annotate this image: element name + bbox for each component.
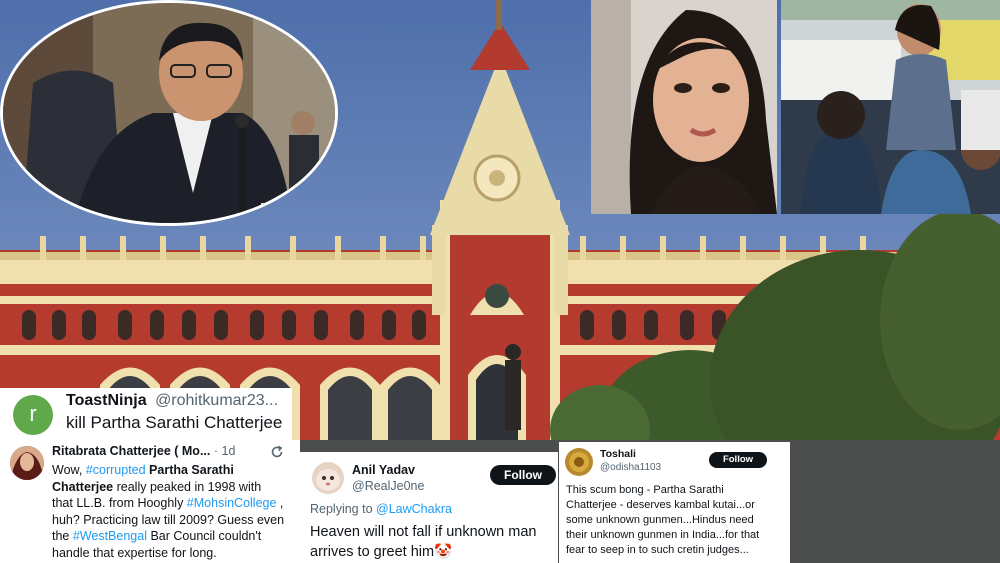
judge-courtroom-photo <box>0 0 338 226</box>
text-span: Partha Sarathi <box>145 463 234 477</box>
text-line: huh? Practicing law till 2009? Guess eve… <box>52 512 285 527</box>
text-span: Bar Council couldn't <box>146 529 262 544</box>
follow-button[interactable]: Follow <box>490 465 556 485</box>
user-handle[interactable]: @odisha1103 <box>600 462 661 473</box>
avatar-letter: r <box>29 401 37 426</box>
refresh-icon[interactable] <box>270 445 284 459</box>
post-text: Wow, #corrupted Partha Sarathi Chatterje… <box>52 462 284 562</box>
text-line: fear to seep in to such cretin judges... <box>566 544 749 556</box>
display-name[interactable]: Ritabrata Chatterjee ( Mo... <box>52 444 210 458</box>
text-line: This scum bong - Partha Sarathi <box>566 484 724 496</box>
avatar-image <box>565 448 593 476</box>
user-avatar <box>312 462 344 494</box>
protest-scene-photo <box>781 0 1000 214</box>
follow-button[interactable]: Follow <box>709 452 767 468</box>
woman-portrait-photo <box>591 0 777 214</box>
display-name[interactable]: Anil Yadav <box>352 463 415 477</box>
text-span: , <box>276 496 284 511</box>
hashtag-link[interactable]: #MohsinCollege <box>187 496 277 510</box>
post-ritabrata[interactable]: Ritabrata Chatterjee ( Mo... · 1d Wow, #… <box>0 440 300 563</box>
text-span: that LL.B. from Hooghly <box>52 496 187 511</box>
post-time: · 1d <box>213 444 236 458</box>
user-handle[interactable]: @rohitkumar23... <box>155 392 278 409</box>
text-line: Chatterjee - deserves kambal kutai...or <box>566 499 755 511</box>
judge-image <box>3 3 335 223</box>
user-avatar: r <box>13 395 53 435</box>
text-line: handle that expertise for long. <box>52 545 217 560</box>
avatar-image <box>10 446 44 480</box>
post-text: kill Partha Sarathi Chatterjee <box>66 413 283 432</box>
text-span: the <box>52 529 73 544</box>
hashtag-link[interactable]: #WestBengal <box>73 529 147 543</box>
post-anil-yadav[interactable]: Anil Yadav @RealJe0ne Follow Replying to… <box>300 452 558 563</box>
hashtag-link[interactable]: #corrupted <box>86 463 146 477</box>
post-toastninja[interactable]: r ToastNinja @rohitkumar23... kill Parth… <box>0 388 292 440</box>
post-text-line-2: arrives to greet him🤡 <box>310 544 453 560</box>
user-handle[interactable]: @RealJe0ne <box>352 479 424 493</box>
display-name[interactable]: Toshali <box>600 448 636 460</box>
post-text-line-1: Heaven will not fall if unknown man <box>310 524 537 540</box>
display-name[interactable]: ToastNinja <box>66 392 147 409</box>
post-toshali[interactable]: Toshali @odisha1103 Follow This scum bon… <box>559 442 790 563</box>
user-avatar <box>565 448 593 476</box>
avatar-image <box>312 462 344 494</box>
text-line: their unknown gunmen in India...for that <box>566 529 760 541</box>
replying-label: Replying to <box>310 502 377 516</box>
portrait-image <box>591 0 777 214</box>
protest-image <box>781 0 1000 214</box>
text-span: Wow, <box>52 463 86 477</box>
text-span: really peaked in 1998 with <box>113 479 262 494</box>
post-text: This scum bong - Partha Sarathi Chatterj… <box>566 483 759 558</box>
reply-target-link[interactable]: @LawChakra <box>376 502 452 516</box>
text-line: some unknown gunmen...Hindus need <box>566 514 754 526</box>
user-avatar <box>10 446 44 480</box>
text-span: Chatterjee <box>52 479 114 494</box>
